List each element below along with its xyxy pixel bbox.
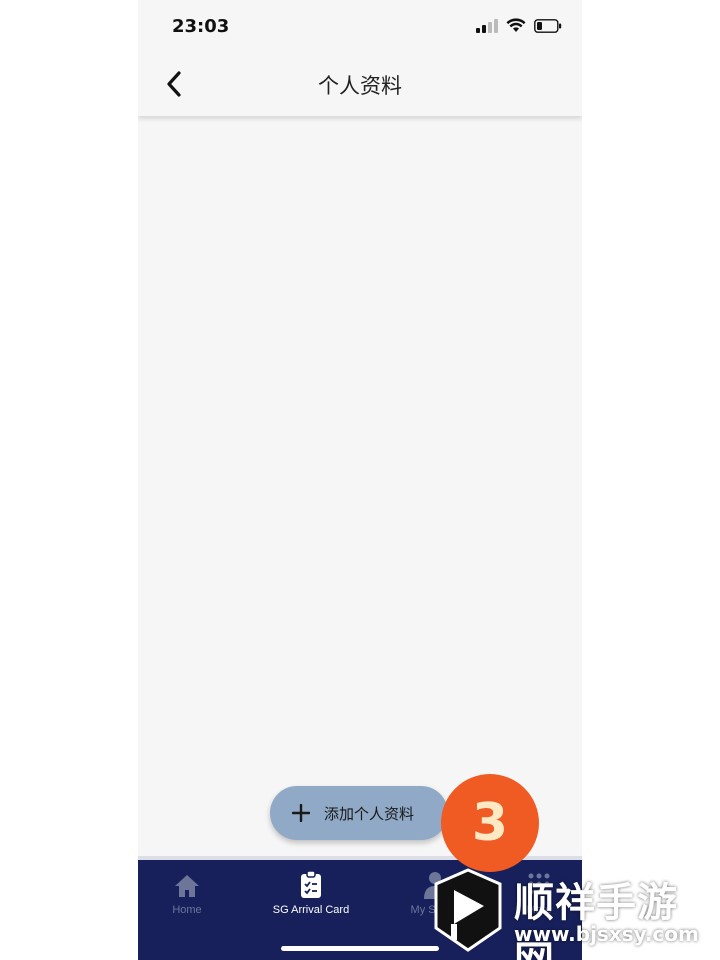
watermark-url: www.bjsxsy.com (514, 922, 699, 946)
app-header: 个人资料 (138, 54, 582, 116)
watermark: 顺祥手游网 www.bjsxsy.com (418, 858, 718, 960)
home-icon (175, 875, 199, 897)
page: 23:03 个人资料 添加个人资料 Home SG Arrival Card M… (0, 0, 720, 960)
step-number: 3 (471, 793, 509, 853)
signal-icon (476, 18, 498, 33)
watermark-logo-icon (434, 868, 502, 952)
status-bar: 23:03 (138, 0, 582, 54)
nav-label-home: Home (172, 904, 202, 916)
watermark-brand: 顺祥手游网 (514, 880, 678, 960)
home-indicator (281, 946, 439, 951)
page-title: 个人资料 (318, 74, 402, 98)
status-icons (476, 18, 562, 33)
clipboard-check-icon (301, 870, 321, 898)
plus-icon (290, 802, 312, 824)
wifi-icon (506, 18, 526, 32)
battery-icon (534, 18, 562, 33)
add-profile-label: 添加个人资料 (324, 804, 415, 823)
nav-label-sg-arrival-card: SG Arrival Card (272, 904, 350, 916)
content-area (138, 116, 582, 856)
nav-item-sg-arrival-card[interactable]: SG Arrival Card (256, 870, 366, 916)
nav-item-home[interactable]: Home (138, 870, 242, 916)
add-profile-button[interactable]: 添加个人资料 (270, 786, 448, 840)
status-time: 23:03 (172, 16, 230, 37)
